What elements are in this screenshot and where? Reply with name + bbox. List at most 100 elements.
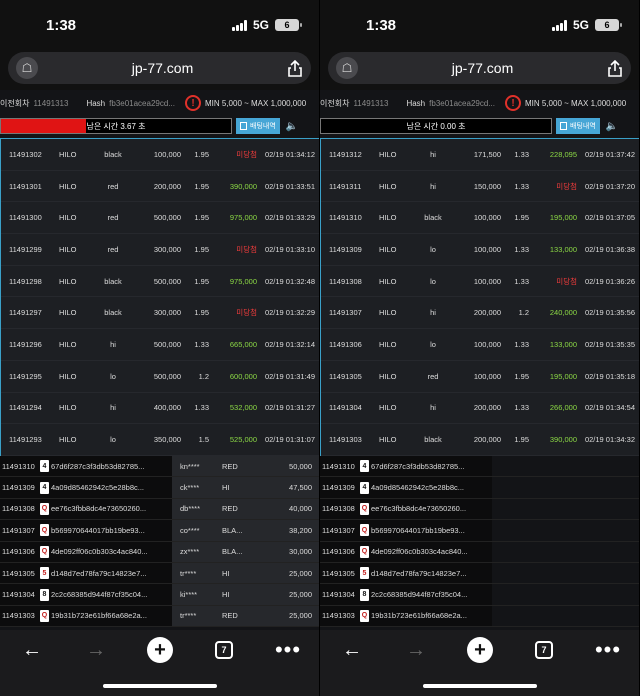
new-tab-button[interactable]: +	[140, 636, 180, 664]
result-row: 11491305 5 d148d7ed78fa79c14823e7...	[320, 562, 639, 585]
signal-icon	[551, 19, 567, 31]
bet-row: 11491293 HILO lo 350,000 1.5 525,000 02/19 01:…	[1, 424, 319, 456]
speaker-icon[interactable]: 🔈	[286, 121, 298, 132]
bet-row: 11491308 HILO lo 100,000 1.33 미당첨 02/19 01:36:…	[321, 266, 639, 298]
bet-time: 02/19 01:31:07	[264, 435, 315, 445]
share-icon[interactable]	[607, 59, 623, 77]
bet-history-button[interactable]: 배팅내역	[556, 118, 600, 134]
bet-row: 11491300 HILO red 500,000 1.95 975,000 02/19 0…	[1, 202, 319, 235]
bet-round: 11491294	[9, 403, 42, 413]
live-bet-amount: 30,000	[289, 547, 312, 557]
more-menu-icon[interactable]: •••	[268, 636, 308, 664]
bet-amount: 300,000	[153, 308, 181, 318]
bet-round: 11491309	[329, 244, 362, 254]
site-settings-icon[interactable]: ☖	[16, 57, 38, 79]
site-settings-icon[interactable]: ☖	[336, 57, 358, 79]
bet-row: 11491309 HILO lo 100,000 1.33 133,000 02/19 01…	[321, 234, 639, 266]
bet-pick: black	[424, 213, 442, 223]
bet-amount: 100,000	[473, 371, 501, 381]
url-text[interactable]: jp-77.com	[132, 60, 193, 76]
result-hash: b569970644017bb19be93...	[371, 525, 465, 535]
bet-history-button[interactable]: 배팅내역	[236, 118, 280, 134]
new-tab-button[interactable]: +	[460, 636, 500, 664]
bet-result: 390,000	[549, 435, 577, 445]
back-arrow-icon[interactable]: ←	[12, 636, 52, 664]
bet-history-label[interactable]: 배팅내역	[570, 121, 596, 131]
live-bet-user: ck****	[180, 483, 200, 493]
result-round: 11491307	[322, 525, 355, 535]
bet-game: HILO	[59, 435, 77, 445]
bet-amount: 200,000	[473, 308, 501, 318]
more-menu-icon[interactable]: •••	[588, 636, 628, 664]
bet-pick: lo	[110, 371, 116, 381]
hash-label: Hash	[406, 98, 426, 108]
address-bar[interactable]: ☖ jp-77.com	[8, 52, 311, 84]
status-time: 1:38	[46, 16, 77, 34]
bet-time: 02/19 01:32:48	[264, 276, 315, 286]
bet-result: 390,000	[229, 181, 257, 191]
bet-game: HILO	[59, 308, 77, 318]
bet-odds: 1.95	[194, 244, 209, 254]
forward-arrow-icon[interactable]: →	[396, 636, 436, 664]
bet-pick: red	[427, 371, 439, 381]
result-row: 11491307 Qb569970644017bb19be93... co**** B…	[0, 520, 319, 542]
bet-time: 02/19 01:34:32	[584, 435, 635, 445]
bet-history-label[interactable]: 배팅내역	[250, 121, 276, 131]
result-hash-cell: 11491308 Qee76c3fbb8dc4e73650260...	[320, 498, 492, 520]
url-text[interactable]: jp-77.com	[452, 60, 513, 76]
result-hash-cell: 11491309 4 4a09d85462942c5e28b8c...	[0, 477, 172, 498]
bet-result: 미당첨	[236, 149, 257, 159]
bet-pick: black	[424, 435, 442, 445]
result-round: 11491308	[2, 504, 35, 514]
tabs-button[interactable]: 7	[524, 636, 564, 664]
live-bet-cell: ck**** HI 47,500	[172, 477, 319, 498]
result-hash-cell: 11491306 Q 4de092ff06c0b303c4ac840...	[320, 541, 492, 562]
bet-round: 11491303	[329, 435, 362, 445]
live-bet-amount: 25,000	[289, 611, 312, 621]
bet-game: HILO	[59, 244, 77, 254]
bet-time: 02/19 01:35:18	[584, 371, 635, 381]
bet-time: 02/19 01:35:56	[584, 308, 635, 318]
network-label: 5G	[572, 18, 589, 32]
bet-odds: 1.33	[514, 244, 529, 254]
address-bar[interactable]: ☖ jp-77.com	[328, 52, 631, 84]
live-bet-user: db****	[180, 504, 201, 514]
bet-round: 11491298	[9, 276, 42, 286]
playing-card-icon: Q	[360, 545, 369, 558]
result-round: 11491309	[322, 483, 355, 493]
battery-icon: 6	[595, 19, 622, 31]
bet-limits: MIN 5,000 ~ MAX 1,000,000	[204, 98, 307, 108]
bet-odds: 1.95	[514, 435, 529, 445]
bet-game: HILO	[379, 181, 397, 191]
bet-pick: black	[104, 276, 122, 286]
share-icon[interactable]	[287, 59, 303, 77]
tabs-button[interactable]: 7	[204, 636, 244, 664]
bet-row: 11491311 HILO hi 150,000 1.33 미당첨 02/19 01:37:…	[321, 171, 639, 203]
bet-row: 11491295 HILO lo 500,000 1.2 600,000 02/19 01:…	[1, 361, 319, 393]
result-hash: b569970644017bb19be93...	[51, 525, 145, 535]
bet-pick: black	[104, 308, 122, 318]
bet-round: 11491304	[329, 403, 362, 413]
result-hash: d148d7ed78fa79c14823e7...	[371, 568, 467, 578]
phone-screen-right: 1:38 5G 6 ☖ jp-77.com 이전회차 11491313 Hash…	[320, 0, 640, 696]
live-bet-amount: 25,000	[289, 590, 312, 600]
playing-card-icon: 4	[40, 481, 49, 494]
bet-history-table: 11491312 HILO hi 171,500 1.33 228,095 02/19 01…	[320, 138, 639, 456]
hash-label: Hash	[86, 98, 106, 108]
battery-icon: 6	[275, 19, 302, 31]
warning-icon[interactable]: !	[504, 95, 521, 111]
back-arrow-icon[interactable]: ←	[332, 636, 372, 664]
speaker-icon[interactable]: 🔈	[606, 121, 618, 132]
live-bet-amount: 25,000	[289, 568, 312, 578]
warning-icon[interactable]: !	[184, 95, 201, 111]
prev-round-number: 11491313	[33, 98, 69, 108]
result-round: 11491304	[2, 590, 35, 600]
result-hash-cell: 11491310 4 67d6f287c3f3db53d82785...	[0, 456, 172, 477]
bet-round: 11491297	[9, 308, 42, 318]
forward-arrow-icon[interactable]: →	[76, 636, 116, 664]
home-indicator	[423, 684, 537, 688]
bet-odds: 1.95	[194, 181, 209, 191]
live-bet-cell: zx**** BLA... 30,000	[172, 541, 319, 562]
status-indicators: 5G 6	[231, 18, 302, 32]
bet-limits: MIN 5,000 ~ MAX 1,000,000	[524, 98, 627, 108]
